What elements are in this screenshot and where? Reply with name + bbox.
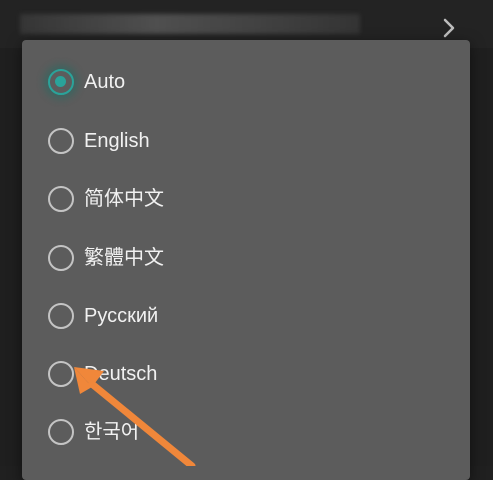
- language-option-label: 简体中文: [84, 188, 164, 210]
- language-option-label: 繁體中文: [84, 247, 164, 269]
- language-dialog: Auto English 简体中文 繁體中文 Русский Deutsch 한…: [22, 40, 470, 480]
- language-option-auto[interactable]: Auto: [22, 57, 470, 107]
- radio-unselected-icon[interactable]: [48, 361, 74, 387]
- language-option-label: Auto: [84, 71, 126, 93]
- radio-unselected-icon[interactable]: [48, 128, 74, 154]
- language-option-label: English: [84, 130, 150, 152]
- radio-unselected-icon[interactable]: [48, 245, 74, 271]
- language-option-label: 한국어: [84, 421, 140, 443]
- language-option-german[interactable]: Deutsch: [22, 349, 470, 399]
- language-option-russian[interactable]: Русский: [22, 291, 470, 341]
- language-option-english[interactable]: English: [22, 116, 470, 166]
- background-left-edge: [0, 48, 22, 466]
- radio-unselected-icon[interactable]: [48, 303, 74, 329]
- radio-unselected-icon[interactable]: [48, 419, 74, 445]
- language-option-simplified-chinese[interactable]: 简体中文: [22, 174, 470, 224]
- radio-unselected-icon[interactable]: [48, 186, 74, 212]
- language-option-korean[interactable]: 한국어: [22, 407, 470, 457]
- radio-selected-icon[interactable]: [48, 69, 74, 95]
- language-option-label: Русский: [84, 305, 159, 327]
- background-title-blurred: [20, 14, 360, 34]
- chevron-right-icon[interactable]: [440, 16, 458, 40]
- language-option-traditional-chinese[interactable]: 繁體中文: [22, 233, 470, 283]
- language-option-label: Deutsch: [84, 363, 158, 385]
- background-right-edge: [470, 48, 493, 466]
- radio-dot: [55, 76, 66, 87]
